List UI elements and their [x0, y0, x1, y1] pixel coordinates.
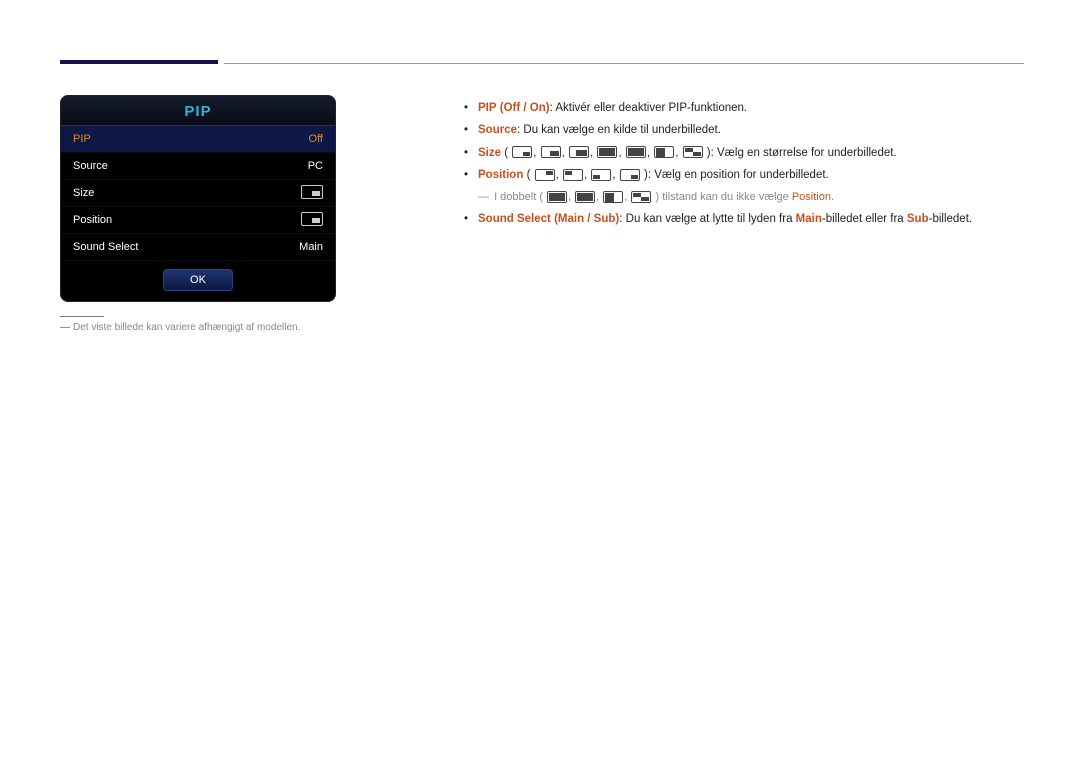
desc-item-size: Size ( , , , , , , ): Vælg en størrelse …: [464, 145, 1024, 162]
menu-value-sound: Main: [299, 241, 323, 253]
size-icon: [626, 146, 646, 158]
menu-label-size: Size: [73, 187, 94, 199]
header-rule: [224, 63, 1024, 64]
size-icon: [597, 146, 617, 158]
size-icon: [541, 146, 561, 158]
menu-row-source[interactable]: Source PC: [61, 153, 335, 180]
menu-value-size: [301, 185, 323, 202]
note-icon: [603, 191, 623, 203]
footnote: ―Det viste billede kan variere afhængigt…: [60, 322, 300, 333]
pip-position-icon: [301, 212, 323, 226]
footnote-rule: [60, 316, 104, 317]
menu-label-sound: Sound Select: [73, 241, 138, 253]
ok-button[interactable]: OK: [163, 269, 233, 291]
note-icon: [547, 191, 567, 203]
pip-size-icon: [301, 185, 323, 199]
size-icon: [512, 146, 532, 158]
desc-item-pip: PIP (Off / On): Aktivér eller deaktiver …: [464, 100, 1024, 117]
menu-label-source: Source: [73, 160, 108, 172]
ok-row: OK: [61, 261, 335, 301]
menu-value-position: [301, 212, 323, 229]
menu-value-pip: Off: [309, 133, 323, 145]
size-icon: [654, 146, 674, 158]
menu-value-source: PC: [308, 160, 323, 172]
pip-menu-panel: PIP PIP Off Source PC Size Position Soun…: [60, 95, 336, 302]
note-icon: [631, 191, 651, 203]
desc-note: ― I dobbelt ( , , , ) tilstand kan du ik…: [478, 189, 1024, 206]
note-icon: [575, 191, 595, 203]
menu-label-pip: PIP: [73, 133, 91, 145]
position-icon: [563, 169, 583, 181]
menu-label-position: Position: [73, 214, 112, 226]
desc-item-source: Source: Du kan vælge en kilde til underb…: [464, 122, 1024, 139]
footnote-text: Det viste billede kan variere afhængigt …: [73, 322, 300, 333]
position-icon: [591, 169, 611, 181]
desc-item-position: Position ( , , , ): Vælg en position for…: [464, 167, 1024, 184]
size-icon: [569, 146, 589, 158]
position-icon: [620, 169, 640, 181]
menu-row-pip[interactable]: PIP Off: [61, 126, 335, 153]
description-block: PIP (Off / On): Aktivér eller deaktiver …: [464, 100, 1024, 233]
menu-row-size[interactable]: Size: [61, 180, 335, 207]
size-icon: [683, 146, 703, 158]
menu-title: PIP: [61, 96, 335, 126]
desc-item-sound: Sound Select (Main / Sub): Du kan vælge …: [464, 211, 1024, 228]
menu-row-sound[interactable]: Sound Select Main: [61, 234, 335, 261]
position-icon: [535, 169, 555, 181]
header-accent: [60, 60, 218, 64]
menu-row-position[interactable]: Position: [61, 207, 335, 234]
